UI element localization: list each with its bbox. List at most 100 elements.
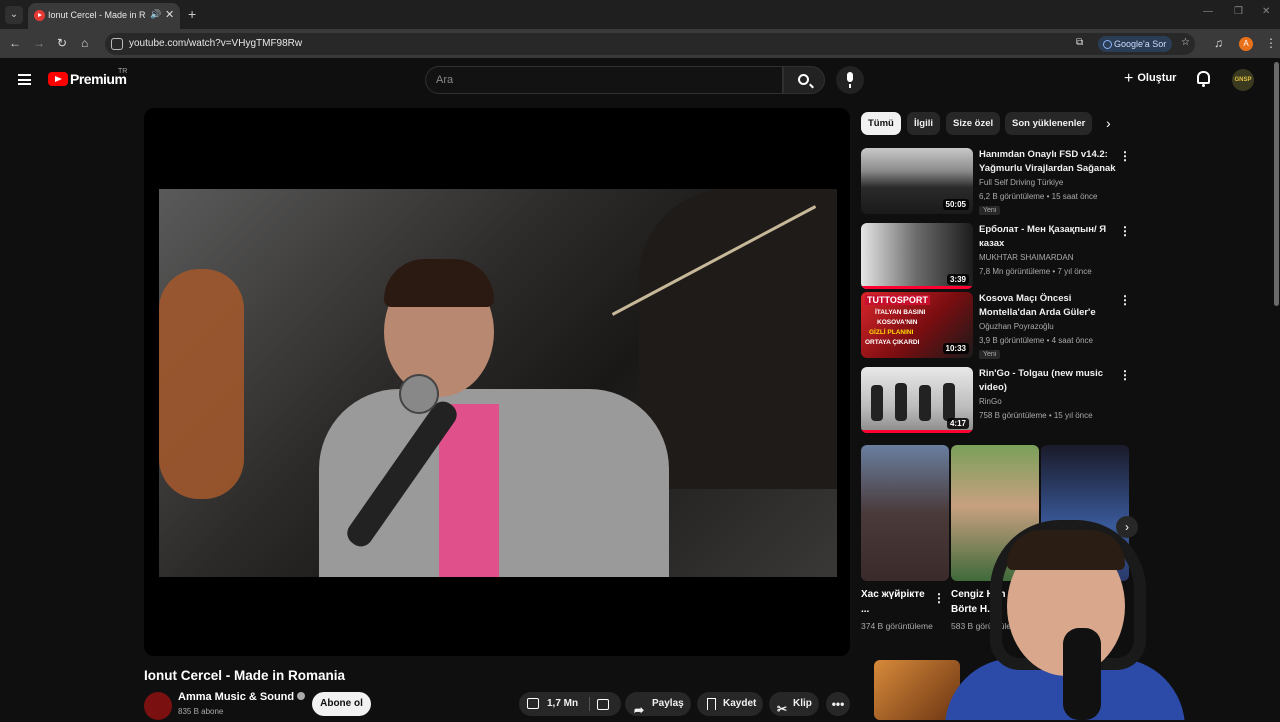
reload-icon[interactable]: ↻ <box>57 36 67 50</box>
chevron-right-icon[interactable]: › <box>1106 115 1111 131</box>
streamer-microphone <box>1063 628 1101 720</box>
channel-name-row[interactable]: Amma Music & Sound <box>178 691 306 703</box>
like-count: 1,7 Mn <box>547 698 579 709</box>
clip-label: Klip <box>793 698 812 709</box>
dancer-figure <box>919 385 931 421</box>
recommendation-item[interactable]: 4:17 Rin'Go - Tolgau (new music video) R… <box>861 367 1131 437</box>
create-button[interactable]: + Oluştur <box>1124 70 1176 88</box>
minimize-icon[interactable]: — <box>1203 6 1213 17</box>
like-dislike-group: 1,7 Mn <box>519 692 621 716</box>
short-title[interactable]: Хас жүйрікте ... <box>861 587 931 617</box>
kebab-menu-icon[interactable]: ⋮ <box>933 591 945 605</box>
save-label: Kaydet <box>723 698 757 709</box>
address-bar[interactable]: youtube.com/watch?v=VHygTMF98Rw ⧉ Google… <box>105 33 1195 55</box>
speaker-icon[interactable]: 🔊 <box>150 9 161 20</box>
thumb-caption-line: GİZLİ PLANINI <box>869 329 914 336</box>
recommendation-item[interactable]: 50:05 Hanımdan Onaylı FSD v14.2: Yağmurl… <box>861 148 1131 218</box>
chip-recently-uploaded[interactable]: Son yüklenenler <box>1005 112 1093 135</box>
plus-icon: + <box>1124 70 1134 87</box>
recommendation-title[interactable]: Rin'Go - Tolgau (new music video) <box>979 367 1117 394</box>
dancer-figure <box>895 383 907 421</box>
kebab-menu-icon[interactable]: ⋮ <box>1119 149 1131 163</box>
voice-search-button[interactable] <box>836 66 864 94</box>
thumbs-down-icon[interactable] <box>597 699 609 710</box>
media-controls-icon[interactable]: ♫ <box>1214 36 1223 50</box>
thumb-caption-line: KOSOVA'NIN <box>877 319 918 326</box>
violinist-figure <box>639 189 837 489</box>
recommendation-title[interactable]: Ерболат - Мен Қазақпын/ Я казах <box>979 223 1117 250</box>
streamer-hair <box>1007 530 1125 570</box>
video-player[interactable] <box>144 108 850 656</box>
browser-tabbar: ⌄ Ionut Cercel - Made in Romania 🔊 ✕ + —… <box>0 0 1280 29</box>
recommendation-channel[interactable]: RinGo <box>979 397 1002 406</box>
chrome-profile-avatar[interactable]: A <box>1239 37 1253 51</box>
browser-toolbar: ← → ↻ ⌂ youtube.com/watch?v=VHygTMF98Rw … <box>0 29 1280 58</box>
share-button[interactable]: ➦ Paylaş <box>625 692 691 717</box>
microphone-icon <box>847 72 853 88</box>
clip-button[interactable]: ✂ Klip <box>769 692 819 716</box>
forward-arrow-icon[interactable]: → <box>33 36 45 50</box>
search-button[interactable] <box>783 66 825 94</box>
chip-all[interactable]: Tümü <box>861 112 901 135</box>
recommendation-channel[interactable]: Oğuzhan Poyrazoğlu <box>979 322 1054 331</box>
tab-title: Ionut Cercel - Made in Romania <box>48 10 146 20</box>
recommendation-thumbnail[interactable]: 50:05 <box>861 148 973 214</box>
recommendation-title[interactable]: Hanımdan Onaylı FSD v14.2: Yağmurlu Vira… <box>979 148 1117 176</box>
streamer-webcam-overlay <box>945 508 1185 720</box>
scissors-icon: ✂ <box>777 702 788 716</box>
browser-tab-active[interactable]: Ionut Cercel - Made in Romania 🔊 ✕ <box>28 3 180 29</box>
recommendation-item[interactable]: 3:39 Ерболат - Мен Қазақпын/ Я казах MUK… <box>861 223 1131 293</box>
kebab-menu-icon[interactable]: ⋮ <box>1119 293 1131 307</box>
site-info-icon[interactable] <box>111 38 123 50</box>
channel-name[interactable]: Amma Music & Sound <box>178 691 294 703</box>
search-icon <box>798 74 809 85</box>
user-avatar[interactable]: GNSP <box>1232 69 1254 91</box>
microphone-grill <box>399 374 439 414</box>
save-button[interactable]: Kaydet <box>697 692 763 716</box>
ask-google-button[interactable]: Google'a Sor <box>1098 36 1173 52</box>
window-close-icon[interactable]: ✕ <box>1262 6 1270 17</box>
recommendation-channel[interactable]: Full Self Driving Türkiye <box>979 178 1063 187</box>
cast-icon[interactable]: ⧉ <box>1076 37 1083 48</box>
kebab-menu-icon[interactable]: ⋮ <box>1119 224 1131 238</box>
channel-avatar[interactable] <box>144 692 172 720</box>
chrome-menu-icon[interactable]: ⋮ <box>1265 36 1277 50</box>
new-tab-plus-icon[interactable]: + <box>188 6 196 22</box>
recommendation-thumbnail[interactable]: 4:17 <box>861 367 973 433</box>
new-badge: Yeni <box>979 206 1001 215</box>
youtube-logo-icon[interactable] <box>48 72 68 86</box>
page-scrollbar[interactable] <box>1274 62 1279 306</box>
chip-for-you[interactable]: Size özel <box>946 112 1001 135</box>
new-badge: Yeni <box>979 350 1001 359</box>
back-arrow-icon[interactable]: ← <box>9 36 21 50</box>
video-title: Ionut Cercel - Made in Romania <box>144 668 346 683</box>
share-arrow-icon: ➦ <box>634 703 645 717</box>
recommendation-thumbnail[interactable]: 3:39 <box>861 223 973 289</box>
guitar-figure <box>159 269 244 499</box>
duration-badge: 4:17 <box>946 418 969 429</box>
recommendation-thumbnail[interactable]: TUTTOSPORT İTALYAN BASINI KOSOVA'NIN GİZ… <box>861 292 973 358</box>
bookmark-star-icon[interactable]: ☆ <box>1181 37 1190 48</box>
short-item[interactable]: Хас жүйрікте ... 374 B görüntülеme ⋮ <box>861 445 949 645</box>
tab-search-chevron-icon[interactable]: ⌄ <box>5 6 23 24</box>
home-icon[interactable]: ⌂ <box>81 36 88 50</box>
chip-related[interactable]: İlgili <box>907 112 940 135</box>
recommendation-channel[interactable]: MUKHTAR SHAIMARDAN <box>979 253 1074 262</box>
video-frame <box>159 189 837 577</box>
kebab-menu-icon[interactable]: ⋮ <box>1119 368 1131 382</box>
subscribe-button[interactable]: Abone ol <box>312 692 371 716</box>
recommendation-item[interactable]: TUTTOSPORT İTALYAN BASINI KOSOVA'NIN GİZ… <box>861 292 1131 362</box>
duration-badge: 10:33 <box>942 343 969 354</box>
tab-close-icon[interactable]: ✕ <box>165 8 174 21</box>
search-input[interactable]: Ara <box>425 66 783 94</box>
restore-icon[interactable]: ❐ <box>1234 6 1243 17</box>
recommendation-title[interactable]: Kosova Maçı Öncesi Montella'dan Arda Gül… <box>979 292 1117 320</box>
verified-badge-icon <box>297 692 306 700</box>
notifications-bell-icon[interactable] <box>1197 71 1210 87</box>
url-text[interactable]: youtube.com/watch?v=VHygTMF98Rw <box>129 38 302 49</box>
thumbs-up-icon <box>527 698 539 709</box>
hamburger-menu-icon[interactable] <box>18 74 31 85</box>
like-button[interactable]: 1,7 Mn <box>527 692 578 716</box>
more-actions-button[interactable]: ••• <box>826 692 850 716</box>
short-thumbnail[interactable] <box>861 445 949 581</box>
